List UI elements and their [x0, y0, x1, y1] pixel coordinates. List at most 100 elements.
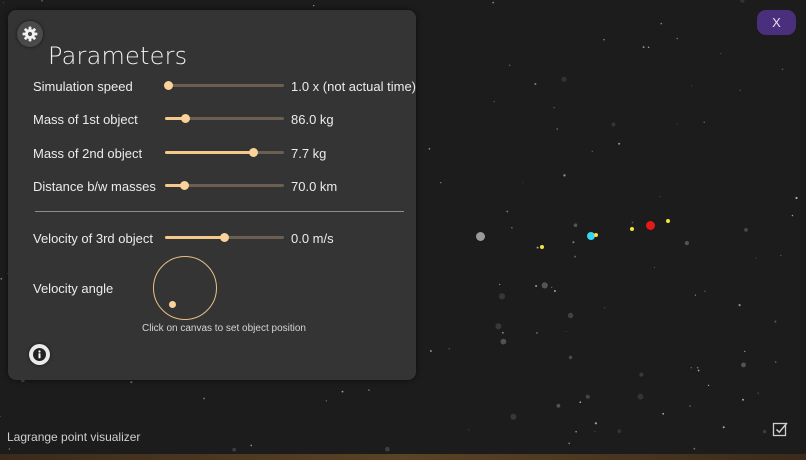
star: [368, 389, 370, 391]
star: [0, 277, 3, 280]
gray-body: [476, 232, 485, 241]
star: [720, 53, 722, 54]
app-title: Lagrange point visualizer: [7, 430, 141, 444]
star: [696, 366, 699, 369]
velocity-angle-handle[interactable]: [168, 300, 176, 308]
star: [676, 37, 679, 40]
star: [575, 430, 577, 433]
info-icon: [33, 348, 46, 361]
gear-icon: [22, 26, 38, 42]
star: [536, 332, 538, 334]
star: [653, 266, 655, 268]
star: [572, 241, 575, 244]
star: [468, 429, 470, 431]
star: [506, 210, 509, 213]
star: [740, 0, 745, 3]
slider-thumb[interactable]: [180, 113, 190, 123]
star: [130, 381, 133, 384]
star: [703, 121, 705, 124]
star: [499, 283, 501, 286]
star: [502, 332, 504, 334]
slider-thumb[interactable]: [164, 80, 174, 90]
star: [594, 431, 596, 433]
velocity-3-slider[interactable]: [165, 231, 284, 243]
star: [341, 390, 344, 393]
star: [689, 405, 691, 407]
star: [8, 448, 11, 450]
star: [647, 46, 650, 49]
distance-value: 70.0 km: [291, 179, 338, 194]
star: [551, 286, 553, 288]
panel-title: Parameters: [48, 42, 188, 70]
star: [565, 331, 567, 333]
star: [780, 254, 782, 257]
star: [697, 369, 700, 372]
mass-1-slider[interactable]: [165, 112, 284, 124]
bottom-edge-strip: [0, 454, 806, 460]
star: [500, 338, 507, 345]
star: [604, 307, 606, 309]
star: [493, 101, 495, 103]
star: [791, 214, 794, 217]
slider-thumb[interactable]: [220, 232, 229, 242]
star: [579, 401, 582, 404]
star: [741, 362, 746, 368]
star: [659, 196, 661, 197]
star: [639, 372, 644, 377]
star: [556, 128, 558, 130]
distance-slider[interactable]: [165, 179, 284, 191]
star: [553, 107, 555, 109]
simulation-speed-slider[interactable]: [164, 79, 284, 91]
star: [722, 426, 725, 429]
star: [510, 413, 517, 420]
star: [541, 282, 548, 289]
velocity-3-value: 0.0 m/s: [291, 231, 334, 246]
mass-1-label: Mass of 1st object: [33, 112, 138, 127]
star: [511, 227, 513, 229]
star: [41, 0, 44, 2]
star: [704, 290, 706, 292]
star: [574, 255, 576, 258]
lagrange-point-l1: [594, 233, 598, 237]
star: [563, 174, 566, 177]
star: [495, 323, 502, 330]
slider-thumb[interactable]: [179, 180, 189, 190]
star: [440, 182, 442, 184]
star: [0, 415, 1, 417]
star: [774, 361, 777, 363]
star: [325, 400, 327, 402]
slider-thumb[interactable]: [248, 147, 258, 157]
canvas-hint: Click on canvas to set object position: [142, 323, 306, 334]
velocity-angle-dial[interactable]: [153, 256, 217, 320]
star: [739, 89, 741, 91]
lagrange-point-l2: [540, 245, 544, 249]
star: [232, 447, 236, 452]
star: [631, 221, 634, 224]
star: [536, 246, 539, 249]
parameters-panel: Parameters Simulation speed 1.0 x (not a…: [8, 10, 416, 380]
star: [691, 85, 693, 87]
star: [762, 429, 767, 434]
mass-2-slider[interactable]: [165, 146, 284, 158]
settings-button[interactable]: [17, 21, 43, 47]
star: [553, 290, 556, 292]
star: [585, 394, 590, 399]
star: [742, 398, 744, 401]
panel-toggle-button[interactable]: [772, 421, 789, 438]
star: [603, 39, 605, 41]
checkbox-icon: [772, 422, 788, 437]
star: [568, 355, 573, 360]
distance-label: Distance b/w masses: [33, 179, 156, 194]
info-button[interactable]: [29, 344, 50, 365]
star: [429, 350, 432, 352]
star: [508, 64, 511, 66]
star: [385, 446, 390, 452]
star: [250, 444, 252, 447]
close-button[interactable]: X: [757, 10, 796, 35]
simulation-speed-label: Simulation speed: [33, 79, 133, 94]
star: [690, 367, 692, 369]
mass-2-label: Mass of 2nd object: [33, 146, 143, 161]
star: [662, 412, 665, 415]
divider: [35, 211, 404, 212]
star: [498, 293, 506, 300]
